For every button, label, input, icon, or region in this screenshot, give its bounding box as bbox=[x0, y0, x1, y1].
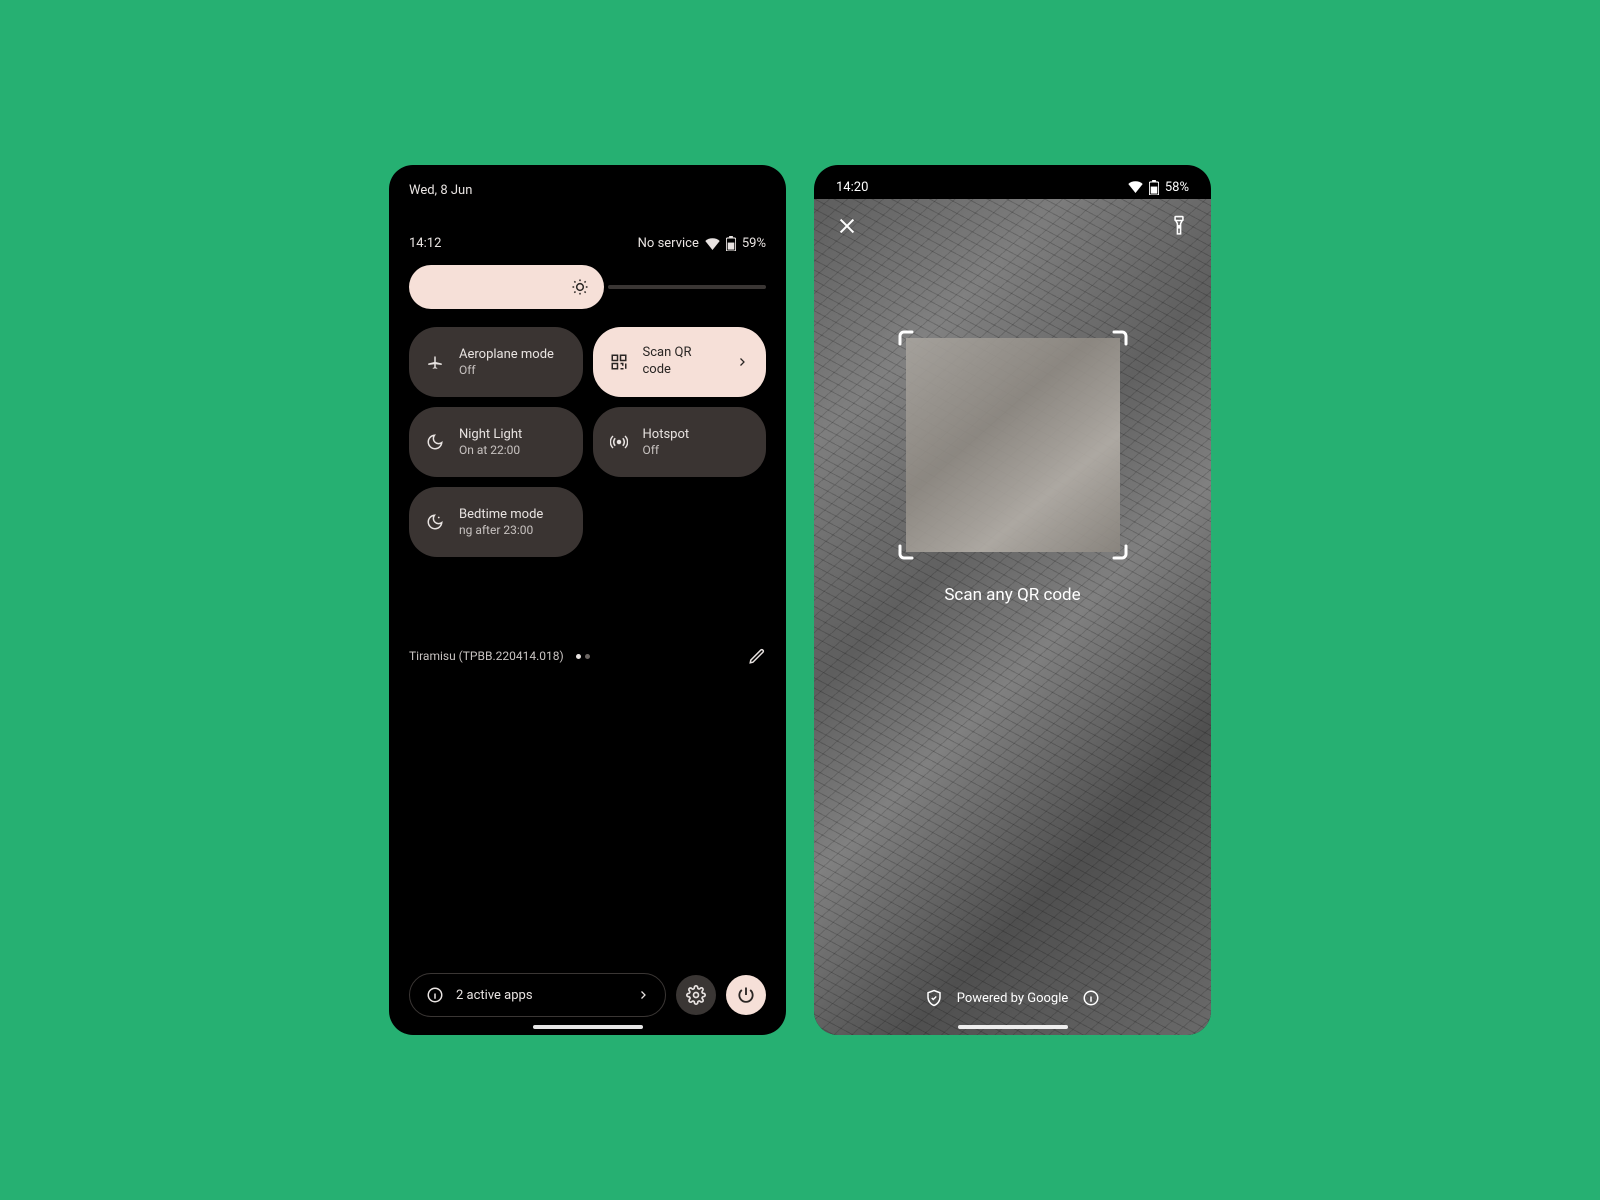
active-apps-label: 2 active apps bbox=[456, 988, 625, 1003]
hotspot-icon bbox=[609, 433, 629, 451]
quick-settings-tiles: Aeroplane mode Off Scan QR code Night Li… bbox=[389, 309, 786, 557]
build-label: Tiramisu (TPBB.220414.018) bbox=[409, 649, 564, 663]
tile-sub: On at 22:00 bbox=[459, 443, 567, 457]
power-button[interactable] bbox=[726, 975, 766, 1015]
scan-frame bbox=[898, 330, 1128, 560]
gear-icon bbox=[686, 985, 706, 1005]
chevron-right-icon bbox=[637, 989, 649, 1001]
info-icon bbox=[426, 986, 444, 1004]
page-dots bbox=[576, 654, 590, 659]
chevron-right-icon bbox=[736, 356, 750, 368]
tile-title: Hotspot bbox=[643, 427, 751, 444]
qr-scanner-screen: 14:20 58% Scan any QR code Pow bbox=[814, 165, 1211, 1035]
quick-settings-screen: Wed, 8 Jun 14:12 No service 59% bbox=[389, 165, 786, 1035]
edit-icon[interactable] bbox=[748, 647, 766, 665]
service-label: No service bbox=[638, 236, 699, 251]
status-bar: 14:12 No service 59% bbox=[389, 198, 786, 251]
info-icon[interactable] bbox=[1082, 989, 1100, 1007]
battery-percent: 58% bbox=[1165, 180, 1189, 195]
battery-percent: 59% bbox=[742, 236, 766, 251]
date-label: Wed, 8 Jun bbox=[389, 165, 786, 198]
qr-icon bbox=[609, 353, 629, 371]
version-row: Tiramisu (TPBB.220414.018) bbox=[389, 617, 786, 665]
tile-sub: Off bbox=[459, 363, 567, 377]
flashlight-button[interactable] bbox=[1169, 215, 1189, 237]
frame-corner bbox=[1094, 526, 1128, 560]
status-bar: 14:20 58% bbox=[814, 165, 1211, 199]
tile-aeroplane-mode[interactable]: Aeroplane mode Off bbox=[409, 327, 583, 397]
close-button[interactable] bbox=[836, 215, 858, 237]
power-icon bbox=[736, 985, 756, 1005]
powered-label: Powered by Google bbox=[957, 991, 1069, 1006]
wifi-icon bbox=[705, 238, 720, 250]
bottom-bar: 2 active apps bbox=[409, 973, 766, 1017]
scan-prompt: Scan any QR code bbox=[814, 585, 1211, 605]
tile-sub: Off bbox=[643, 443, 751, 457]
frame-corner bbox=[1094, 330, 1128, 364]
tile-title: Scan QR code bbox=[643, 345, 723, 379]
brightness-slider[interactable] bbox=[389, 251, 786, 309]
powered-row: Powered by Google bbox=[814, 989, 1211, 1007]
tile-sub: ng after 23:00 bbox=[459, 523, 567, 537]
camera-viewfinder bbox=[814, 199, 1211, 1035]
tile-title: Night Light bbox=[459, 427, 567, 444]
tile-hotspot[interactable]: Hotspot Off bbox=[593, 407, 767, 477]
active-apps-pill[interactable]: 2 active apps bbox=[409, 973, 666, 1017]
tile-scan-qr[interactable]: Scan QR code bbox=[593, 327, 767, 397]
wifi-icon bbox=[1128, 181, 1143, 193]
tile-bedtime-mode[interactable]: Bedtime mode ng after 23:00 bbox=[409, 487, 583, 557]
brightness-icon bbox=[570, 277, 590, 297]
shield-icon bbox=[925, 989, 943, 1007]
time-label: 14:20 bbox=[836, 180, 868, 195]
moon-icon bbox=[425, 433, 445, 451]
nav-handle[interactable] bbox=[533, 1025, 643, 1029]
settings-button[interactable] bbox=[676, 975, 716, 1015]
tile-title: Aeroplane mode bbox=[459, 347, 567, 364]
nav-handle[interactable] bbox=[958, 1025, 1068, 1029]
tile-night-light[interactable]: Night Light On at 22:00 bbox=[409, 407, 583, 477]
tile-title: Bedtime mode bbox=[459, 507, 567, 524]
bedtime-icon bbox=[425, 513, 445, 531]
time-label: 14:12 bbox=[409, 236, 441, 251]
frame-corner bbox=[898, 330, 932, 364]
battery-icon bbox=[726, 236, 736, 251]
battery-icon bbox=[1149, 180, 1159, 195]
frame-corner bbox=[898, 526, 932, 560]
airplane-icon bbox=[425, 353, 445, 371]
